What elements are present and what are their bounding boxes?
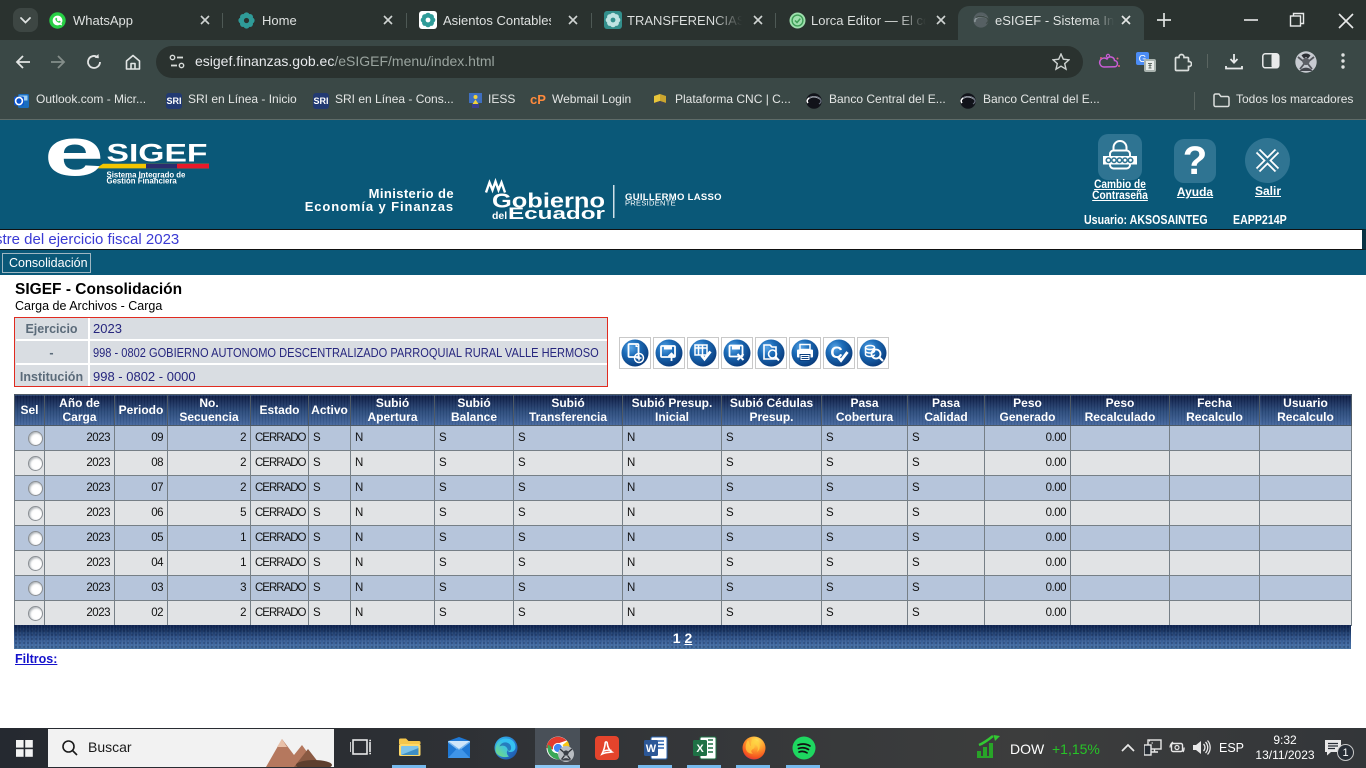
svg-text:PRESIDENTE: PRESIDENTE (625, 199, 676, 208)
svg-text:Economía y Finanzas: Economía y Finanzas (305, 199, 454, 214)
svg-text:Gestión Financiera: Gestión Financiera (107, 177, 178, 186)
svg-text:X: X (696, 743, 704, 755)
svg-text:e: e (44, 120, 104, 191)
svg-text:del: del (492, 210, 507, 222)
svg-text:Ecuador: Ecuador (508, 205, 606, 223)
svg-text:W: W (646, 743, 657, 755)
svg-text:SIGEF: SIGEF (107, 140, 208, 168)
